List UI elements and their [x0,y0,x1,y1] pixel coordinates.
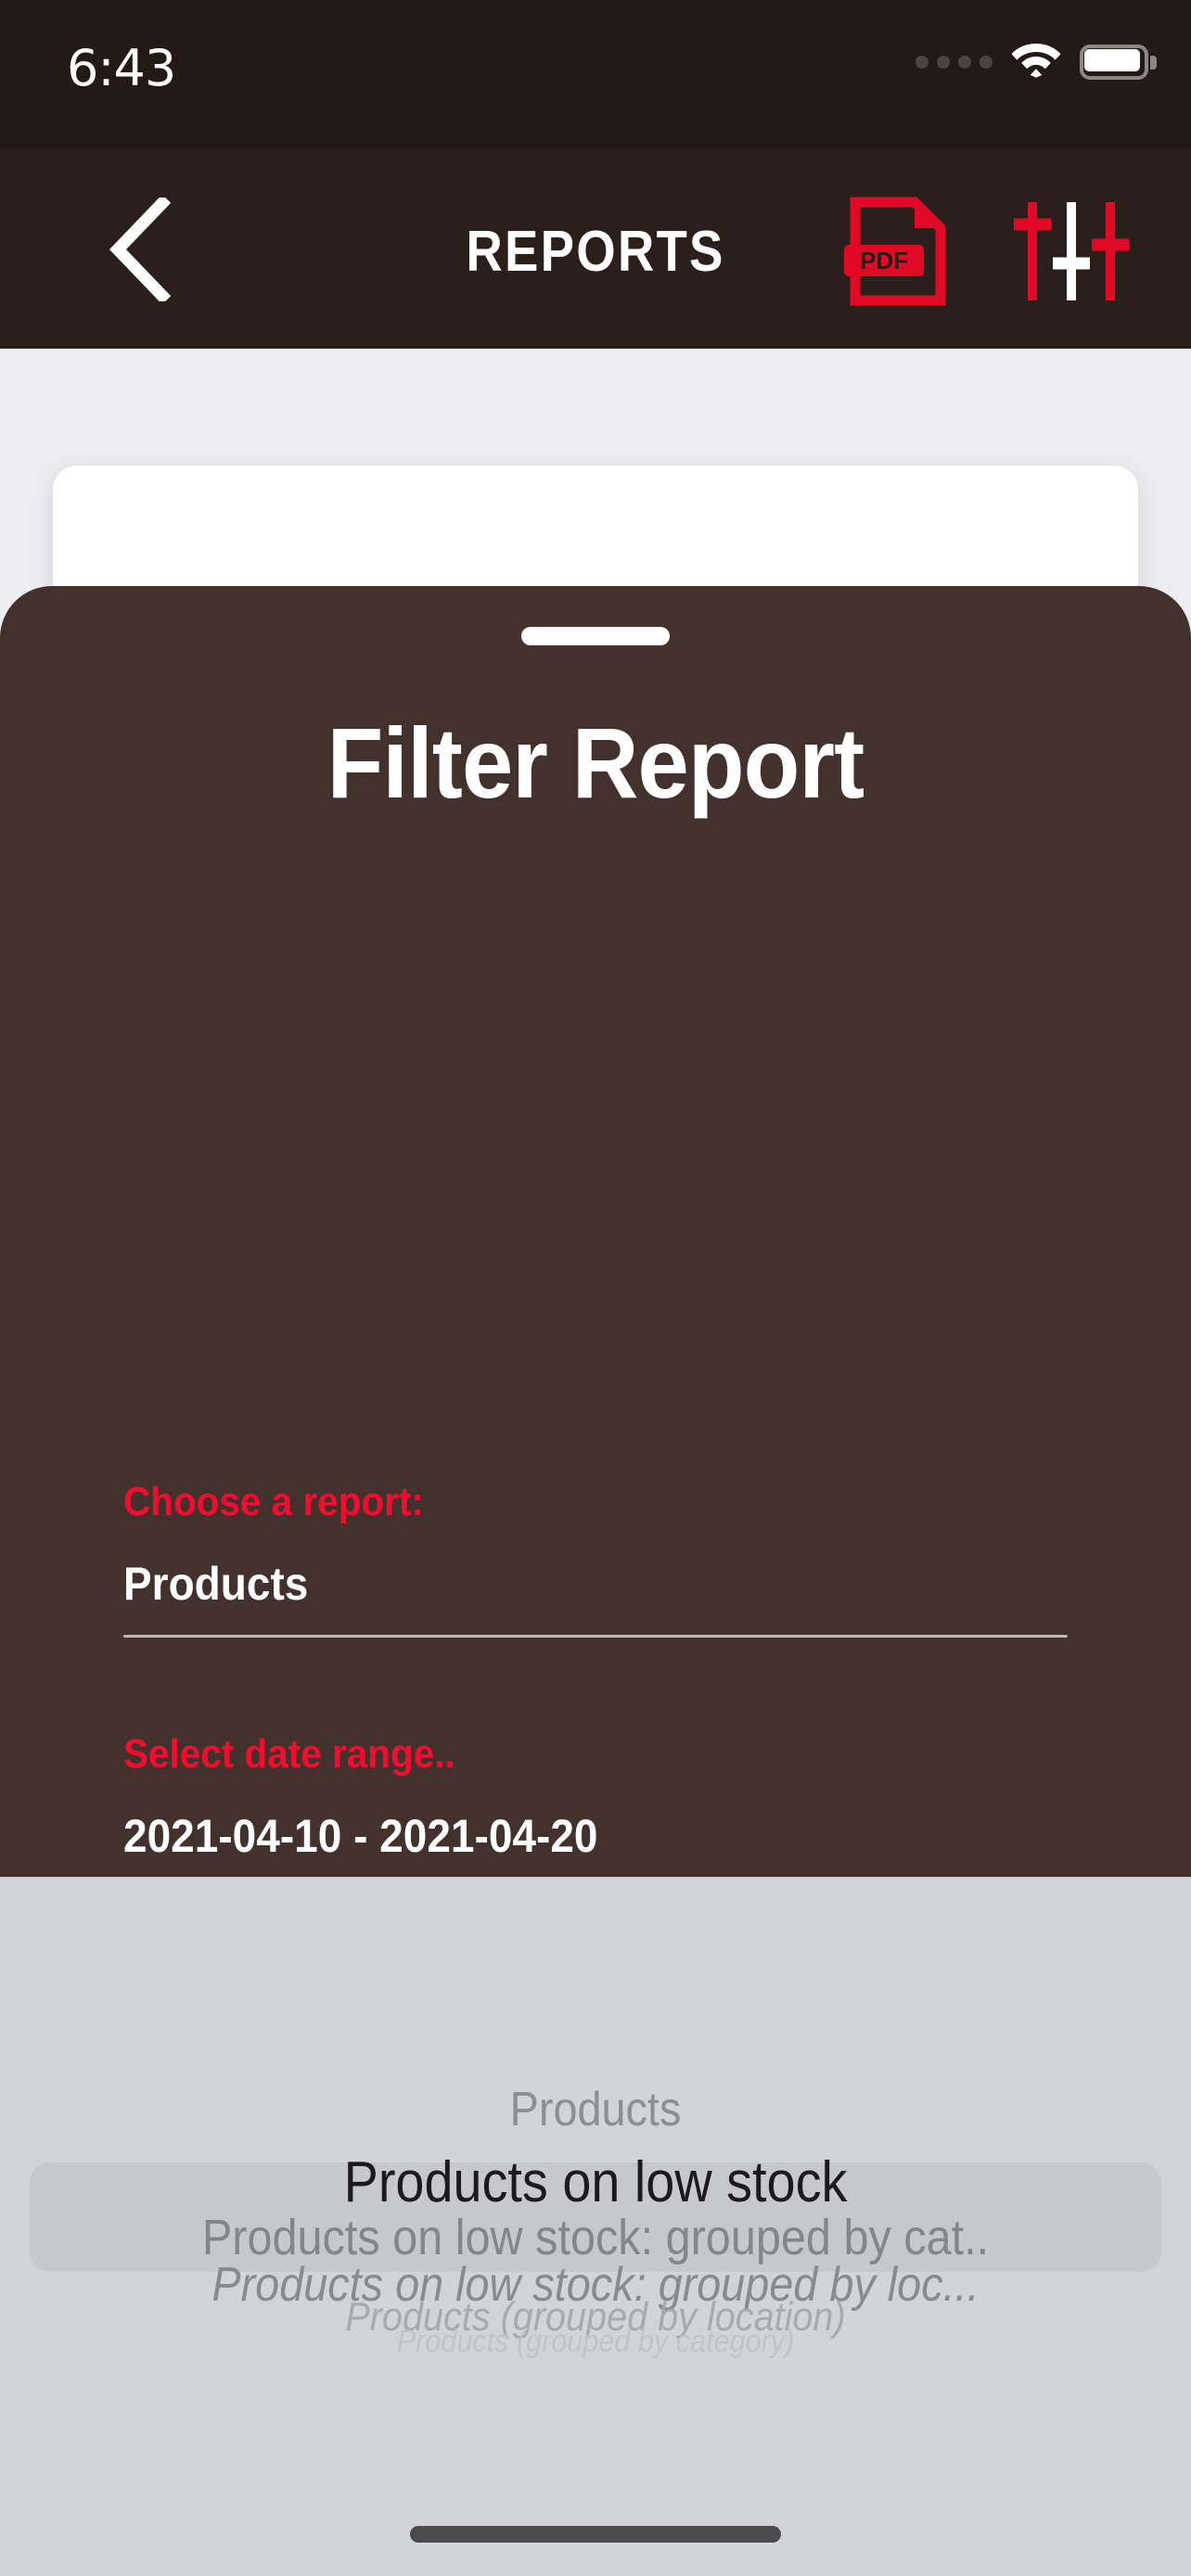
picker-option-selected[interactable]: Products on low stock [59,2149,1132,2215]
nav-bar: REPORTS PDF [0,148,1191,349]
field-choose-report: Choose a report: Products [123,1479,1068,1638]
picker-option[interactable]: Products [59,2082,1132,2137]
app-screen: All Products 7 6:43 [0,0,1191,2576]
export-pdf-button[interactable]: PDF [842,197,954,306]
wifi-icon [1011,41,1061,83]
filter-report-sheet: Filter Report Choose a report: Products … [0,586,1191,1877]
date-range-value[interactable]: 2021-04-10 - 2021-04-20 [123,1809,992,1863]
pdf-export-icon: PDF [842,197,954,310]
battery-full-icon [1080,44,1157,80]
page-title: REPORTS [466,220,725,284]
home-indicator [410,2526,781,2543]
sliders-filter-icon [1011,202,1132,310]
picker-option[interactable]: Products (grouped by category) [59,2324,1132,2360]
status-bar: 6:43 [0,0,1191,148]
drag-handle[interactable] [521,627,670,645]
status-indicators [916,41,1157,83]
choose-report-value[interactable]: Products [123,1557,992,1611]
field-date-range: Select date range.. 2021-04-10 - 2021-04… [123,1731,1068,1877]
date-range-label: Select date range.. [123,1731,455,1777]
svg-text:PDF: PDF [860,247,908,274]
choose-report-label: Choose a report: [123,1479,424,1524]
choose-report-underline [123,1635,1068,1638]
sheet-title: Filter Report [327,707,865,819]
signal-dots-icon [916,55,992,69]
filter-button[interactable] [1011,197,1132,306]
status-clock: 6:43 [67,39,176,97]
